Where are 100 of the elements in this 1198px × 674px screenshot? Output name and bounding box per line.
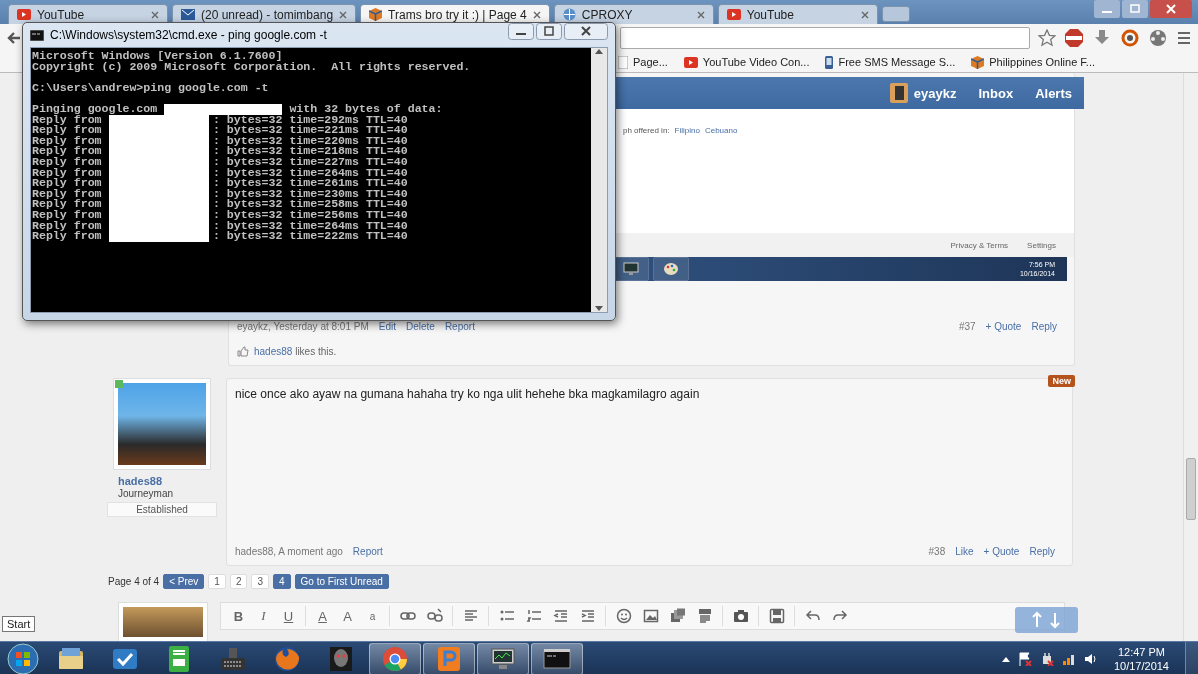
image-icon[interactable] [642,608,659,624]
scroll-down-icon[interactable] [595,306,603,312]
close-icon[interactable] [339,10,348,19]
console-line: Microsoft Windows [Version 6.1.7600] [32,51,284,62]
video-icon [17,9,31,20]
star-icon[interactable] [1038,29,1056,47]
post-action-link[interactable]: Reply [1031,321,1057,332]
underline-button[interactable]: U [277,605,300,627]
language-link[interactable]: Filipino [674,126,700,135]
game-character-icon[interactable] [327,645,355,673]
bookmark-link[interactable]: Philippines Online F... [971,55,1096,69]
post-action-link[interactable]: Reply [1029,546,1055,557]
show-desktop-button[interactable] [1185,642,1198,674]
outdent-icon[interactable] [552,608,569,624]
smiley-icon[interactable] [615,608,632,624]
align-left-icon[interactable] [462,608,479,624]
caret-up-icon[interactable] [1001,656,1010,662]
minimize-icon[interactable] [508,23,534,40]
page-button[interactable]: 1 [208,574,226,589]
language-link[interactable]: Cebuano [704,126,738,135]
new-badge: New [1048,375,1075,387]
browser-tab[interactable]: (20 unread) - tomimbang [172,4,357,24]
color-button[interactable]: A [311,605,334,627]
indent-icon[interactable] [579,608,596,624]
console-line: Reply from [32,146,102,157]
document-icon[interactable] [696,608,713,624]
terminal-icon [30,29,44,41]
scrollbar[interactable] [591,48,607,312]
page-button[interactable]: 2 [229,574,248,589]
font-button[interactable]: a [361,605,384,627]
console-line: Reply from [32,167,102,179]
clock-date[interactable]: 10/17/2014 [1113,659,1169,673]
italic-button[interactable]: I [252,605,275,627]
stop-sign-icon[interactable] [1064,28,1084,48]
prev-button[interactable]: < Prev [163,574,205,589]
post-action-link[interactable]: + Quote [985,321,1022,332]
console-line: Reply from [32,135,102,147]
keyboard-icon[interactable] [219,645,247,673]
console-line: : bytes=32 time=256ms TTL=40 [212,209,408,221]
page-button[interactable]: 3 [251,574,270,589]
size-button[interactable]: A [336,605,359,627]
firefox-icon[interactable] [273,645,301,673]
nav-link[interactable]: Alerts [1035,85,1072,101]
username-link[interactable]: eyaykz [913,85,957,101]
numbered-list-icon[interactable] [525,608,542,624]
camera-icon[interactable] [732,608,749,624]
console-line: Pinging google.com [32,103,158,115]
close-icon[interactable] [151,10,159,19]
scrollbar[interactable] [1183,73,1198,641]
post-action-link[interactable]: Report [444,321,475,332]
post-action-link[interactable]: Edit [378,321,396,332]
unlink-icon[interactable] [426,608,443,624]
signal-bars-icon[interactable] [1061,652,1076,666]
letter-p-icon[interactable] [435,645,463,673]
clock-time[interactable]: 12:47 PM [1113,645,1169,659]
browser-tab[interactable]: CPROXY [553,4,714,24]
back-arrow-icon[interactable] [6,30,22,46]
close-icon[interactable] [532,10,541,19]
page-label: Page 4 of 4 [108,576,160,587]
bookmark-link[interactable]: YouTube Video Con... [683,56,810,68]
ring-icon[interactable] [1120,28,1140,48]
user-banner: Established [107,502,217,517]
tooltip: Start [2,616,36,632]
console-line: : bytes=32 time=258ms TTL=40 [212,199,408,210]
start-orb-icon[interactable] [6,642,40,674]
bookmark-link[interactable]: Page... [618,55,668,69]
maximize-icon[interactable] [536,23,562,40]
video-icon [726,9,741,20]
post-action-link[interactable]: Like [955,546,974,557]
post-action-link[interactable]: Report [352,546,383,557]
first-unread-button[interactable]: Go to First Unread [294,574,389,589]
bookmark-link[interactable]: Free SMS Message S... [825,55,956,69]
likes-text: hades88 likes this. [254,346,337,357]
nav-link[interactable]: Inbox [978,85,1014,101]
speaker-icon[interactable] [1083,652,1098,666]
browser-tab[interactable]: Trams bro try it :) | Page 4 [360,4,550,24]
post-number[interactable]: #38 [928,546,946,557]
footer-link[interactable]: Privacy & Terms [950,240,1009,250]
flag-icon[interactable] [1017,652,1032,666]
close-icon[interactable] [1150,0,1192,18]
close-icon[interactable] [696,10,705,19]
menu-icon[interactable] [1176,30,1192,46]
avatar-icon [889,83,908,103]
monitor-icon [623,262,639,276]
page-button[interactable]: 4 [273,574,291,589]
footer-link[interactable]: Settings [1027,240,1056,250]
close-icon[interactable] [860,10,869,19]
post-meta: hades88, A moment ago [235,546,343,557]
post-action-link[interactable]: Delete [406,321,435,332]
post-action-link[interactable]: + Quote [983,546,1020,557]
bold-button[interactable]: B [227,605,250,627]
author-link[interactable]: hades88 [118,475,163,487]
close-icon[interactable] [564,23,608,40]
post-number[interactable]: #37 [958,321,976,332]
browser-tab[interactable]: YouTube [8,4,168,24]
scroll-up-icon[interactable] [595,48,603,54]
browser-tab[interactable]: YouTube [717,4,878,24]
media-icon[interactable] [669,608,686,624]
chrome-icon[interactable] [381,645,409,673]
film-reel-icon[interactable] [1148,28,1168,48]
